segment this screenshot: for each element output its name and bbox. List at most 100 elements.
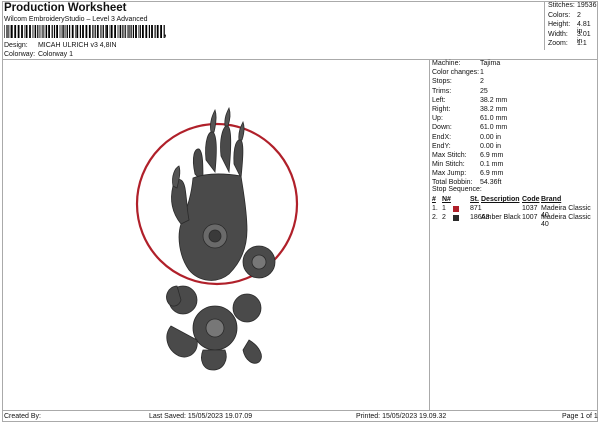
barcode-bar — [145, 25, 148, 38]
thread-color-swatch — [453, 215, 459, 221]
barcode-bar — [132, 25, 134, 38]
info-row: Color changes: 1 — [432, 69, 598, 78]
barcode-bar — [25, 25, 28, 38]
info-row: EndY: 0.00 in — [432, 143, 598, 152]
barcode-bar — [122, 25, 124, 38]
barcode-bar — [6, 25, 7, 38]
info-row: Down: 61.0 mm — [432, 124, 598, 133]
col-header-code: Code — [522, 196, 540, 203]
stop-cell-desc: Amber Black — [481, 214, 521, 221]
barcode-bar — [105, 25, 106, 38]
barcode-bar — [100, 25, 101, 38]
info-row: Up: 61.0 mm — [432, 115, 598, 124]
stop-sequence-table: Stop Sequence: # N# St. Description Code… — [432, 186, 598, 228]
stop-cell-num: 1. — [432, 205, 438, 212]
barcode-bar — [4, 25, 5, 38]
info-row: Machine: Tajima — [432, 60, 598, 69]
barcode-bar — [9, 25, 11, 38]
info-value: 38.2 mm — [480, 105, 508, 113]
info-label: Min Stitch: — [432, 161, 465, 169]
barcode-bar — [76, 25, 79, 38]
barcode-bar — [156, 25, 159, 38]
barcode-bar — [69, 25, 71, 38]
barcode-bar — [106, 25, 108, 38]
info-label: EndY: — [432, 142, 451, 150]
colorway-label: Colorway: — [4, 51, 36, 58]
info-label: Max Stitch: — [432, 151, 467, 159]
footer-page-number: Page 1 of 1 — [562, 413, 598, 420]
footer-created-by: Created By: — [4, 413, 41, 420]
info-value: 25 — [480, 87, 488, 95]
barcode-bar — [142, 25, 144, 38]
col-header-num: # — [432, 196, 436, 203]
info-value: 2 — [480, 78, 484, 86]
barcode-bar — [21, 25, 23, 38]
barcode — [4, 25, 165, 38]
barcode-bar — [45, 25, 48, 38]
info-value: 0.1 mm — [480, 161, 504, 169]
stat-value-stitches: 19536 — [577, 2, 597, 9]
stop-cell-n: 1 — [442, 205, 446, 212]
stat-label-zoom: Zoom: — [548, 40, 568, 47]
barcode-bar — [118, 25, 120, 38]
info-row: Right: 38.2 mm — [432, 106, 598, 115]
thread-color-swatch — [453, 206, 459, 212]
stop-sequence-header: # N# St. Description Code Brand — [432, 196, 598, 205]
barcode-bar — [17, 25, 20, 38]
barcode-bar — [129, 25, 130, 38]
barcode-bar — [130, 25, 132, 38]
barcode-bar — [114, 25, 116, 38]
barcode-bar — [29, 25, 31, 38]
info-row: Max Jump: 6.9 mm — [432, 170, 598, 179]
design-row: Design: MICAH ULRICH v3 4,8IN — [4, 42, 117, 49]
barcode-bar — [63, 25, 65, 38]
barcode-bar — [48, 25, 50, 38]
barcode-bar — [34, 25, 37, 38]
info-value: Tajima — [480, 60, 501, 67]
stop-row: 1. 1 871 1037 Madeira Classic 40 — [432, 205, 598, 219]
info-row: Min Stitch: 0.1 mm — [432, 161, 598, 170]
barcode-bar — [151, 25, 153, 38]
barcode-bar — [135, 25, 137, 38]
info-label: Stops: — [432, 78, 452, 86]
info-label: Trims: — [432, 87, 452, 95]
barcode-bar — [94, 25, 96, 38]
info-value: 54.36ft — [480, 179, 502, 187]
stat-label-stitches: Stitches: — [548, 2, 575, 9]
col-header-description: Description — [481, 196, 520, 203]
footer-divider — [2, 410, 598, 411]
barcode-bar — [53, 25, 56, 38]
barcode-bar — [65, 25, 67, 38]
colorway-value: Colorway 1 — [37, 51, 73, 58]
stop-cell-num: 2. — [432, 214, 438, 221]
barcode-bar — [7, 25, 9, 38]
barcode-bar — [117, 25, 119, 38]
page-title: Production Worksheet — [4, 2, 127, 14]
stat-label-height: Height: — [548, 21, 571, 28]
stop-cell-brand: Madeira Classic 40 — [541, 214, 591, 228]
info-value: 6.9 mm — [480, 151, 504, 159]
footer-printed: Printed: 15/05/2023 19.09.32 — [356, 413, 447, 420]
worksheet-page: Production Worksheet Wilcom EmbroiderySt… — [2, 1, 598, 422]
barcode-bar — [33, 25, 35, 38]
stop-row: 2. 2 18663 Amber Black 1007 Madeira Classic 4… — [432, 214, 598, 228]
info-label: Down: — [432, 124, 452, 132]
colorway-row: Colorway: Colorway 1 — [4, 51, 73, 58]
barcode-bar — [56, 25, 58, 38]
info-row: Trims: 25 — [432, 88, 598, 97]
info-label: Right: — [432, 105, 451, 113]
barcode-bar — [10, 25, 13, 38]
barcode-bar — [160, 25, 162, 38]
barcode-bar — [82, 25, 84, 38]
info-value: 61.0 mm — [480, 124, 508, 132]
info-value: 38.2 mm — [480, 96, 508, 104]
barcode-bar — [14, 25, 17, 38]
barcode-bar — [44, 25, 46, 38]
design-label: Design: — [4, 42, 28, 49]
info-row: Left: 38.2 mm — [432, 97, 598, 106]
info-label: Left: — [432, 96, 446, 104]
info-label: EndX: — [432, 133, 452, 141]
software-subtitle: Wilcom EmbroideryStudio – Level 3 Advanc… — [4, 16, 148, 23]
info-value: 0.00 in — [480, 142, 502, 150]
barcode-bar — [110, 25, 113, 38]
